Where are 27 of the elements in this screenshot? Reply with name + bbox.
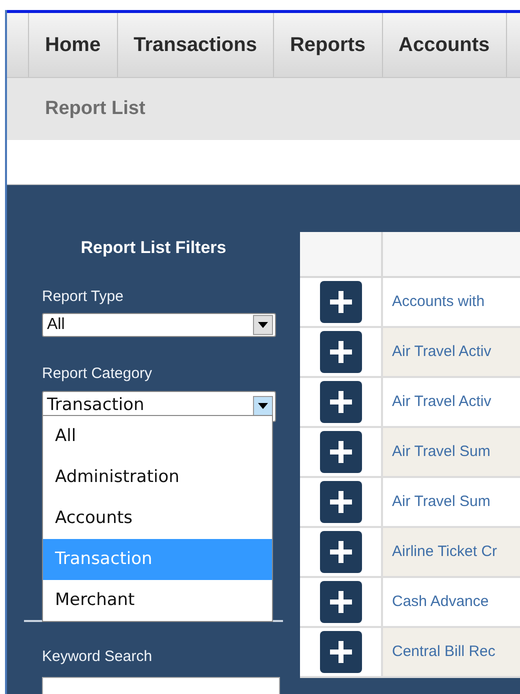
report-link[interactable]: Cash Advance <box>392 590 489 614</box>
add-button[interactable] <box>320 481 362 523</box>
filter-label: Keyword Search <box>42 646 154 666</box>
nav-tab[interactable]: Reports <box>274 13 383 77</box>
nav-tab[interactable]: Accounts <box>382 13 507 77</box>
nav-tab[interactable]: Home <box>29 13 118 77</box>
dropdown-option[interactable]: Accounts <box>43 498 272 539</box>
add-button[interactable] <box>320 631 362 673</box>
dropdown-option[interactable]: Merchant <box>43 580 272 621</box>
filter-label: Report Type <box>42 286 124 306</box>
add-button[interactable] <box>320 281 362 323</box>
filter-label: Report Category <box>42 364 154 384</box>
breadcrumb: Report List <box>45 96 146 121</box>
add-button[interactable] <box>320 531 362 573</box>
add-button[interactable] <box>320 381 362 423</box>
report-link[interactable]: Air Travel Activ <box>392 390 492 414</box>
report-link[interactable]: Air Travel Sum <box>392 490 490 514</box>
select-value: Transaction <box>47 394 144 418</box>
add-button[interactable] <box>320 431 362 473</box>
report-link[interactable]: Accounts with <box>392 290 485 314</box>
select-value: All <box>47 315 65 335</box>
select-field[interactable]: All <box>42 313 276 337</box>
filters-title: Report List Filters <box>80 237 228 259</box>
dropdown-option[interactable]: Administration <box>43 457 272 498</box>
nav-tab[interactable]: Transactions <box>118 13 274 77</box>
add-button[interactable] <box>320 331 362 373</box>
add-button[interactable] <box>320 581 362 623</box>
